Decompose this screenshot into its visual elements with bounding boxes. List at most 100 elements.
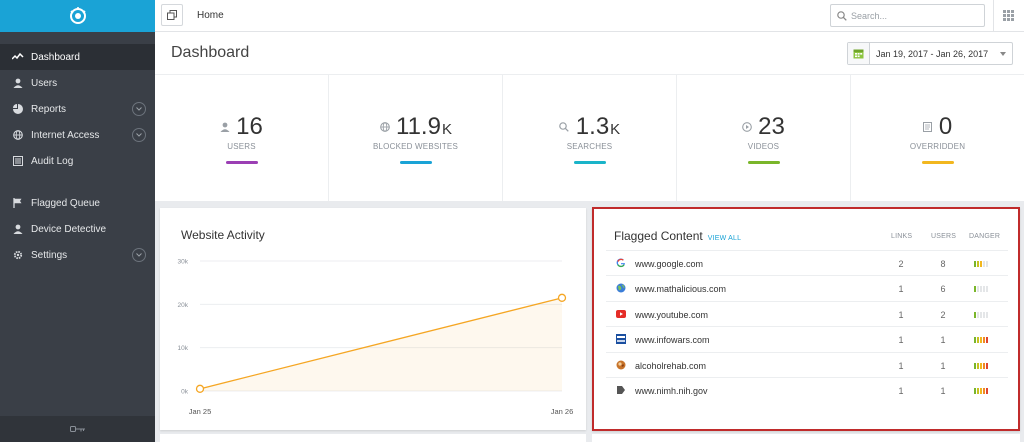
danger-meter [974,261,988,267]
stat-accent-bar [573,161,606,164]
flagged-content-header: Flagged Content VIEW ALL [614,229,741,243]
page-title: Dashboard [171,44,250,61]
topbar-divider [993,0,994,32]
sidebar-item-label: Users [31,77,58,89]
sidebar-item-settings[interactable]: Settings [0,242,155,268]
danger-meter [974,362,988,369]
flagged-content-list: www.google.com 2 8 www.mathalicious.com … [606,250,1008,402]
stat-value: 11.9 K [329,113,502,141]
site-name: www.nimh.nih.gov [635,385,708,396]
key-icon[interactable] [69,425,86,433]
sidebar-item-audit-log[interactable]: Audit Log [0,148,155,174]
view-all-link[interactable]: VIEW ALL [708,235,742,242]
col-header-users: USERS [931,233,957,240]
stat-blocked-websites[interactable]: 11.9 K BLOCKED WEBSITES [329,75,503,201]
youtube-icon [616,309,626,319]
stat-videos[interactable]: 23 VIDEOS [677,75,851,201]
table-row[interactable]: www.mathalicious.com 1 6 [606,275,1008,300]
x-tick-label: Jan 26 [551,407,574,416]
danger-meter [974,337,988,344]
list-icon [12,155,24,167]
sidebar-item-flagged-queue[interactable]: Flagged Queue [0,190,155,216]
data-point[interactable] [557,293,567,302]
stat-number: 1.3 [575,113,610,140]
y-tick-label: 20k [178,302,189,309]
sidebar-item-reports[interactable]: Reports [0,96,155,122]
links-count: 1 [898,309,904,320]
play-icon [741,122,752,133]
site-name: www.infowars.com [635,335,710,346]
stat-accent-bar [399,161,432,164]
chevron-down-icon[interactable] [132,102,146,116]
date-range-picker[interactable]: Jan 19, 2017 - Jan 26, 2017 [847,42,1013,65]
search-box[interactable] [830,4,985,27]
stat-value: 23 [677,113,850,141]
stat-label: OVERRIDDEN [909,142,966,151]
nav-divider [0,174,155,190]
calendar-icon [848,43,870,64]
activity-icon [12,51,24,63]
sidebar-item-dashboard[interactable]: Dashboard [0,44,155,70]
site-name: www.google.com [635,259,704,269]
breadcrumb[interactable]: Home [197,10,224,21]
chevron-down-icon[interactable] [132,248,146,262]
stat-users[interactable]: 16 USERS [155,75,329,201]
user-icon [12,77,24,89]
windows-icon [167,10,177,20]
chevron-down-icon[interactable] [132,128,146,142]
users-count: 8 [940,259,946,269]
table-row[interactable]: www.nimh.nih.gov 1 1 [606,376,1008,402]
users-count: 1 [940,360,946,371]
apps-grid-icon[interactable] [1003,10,1014,21]
stat-label: BLOCKED WEBSITES [373,142,458,151]
danger-meter [974,387,988,394]
table-row[interactable]: www.google.com 2 8 [606,250,1008,275]
logo-icon[interactable] [68,6,88,26]
site-name: www.youtube.com [635,309,709,320]
stat-label: VIDEOS [747,142,780,151]
stat-number: 16 [236,113,263,140]
sidebar-nav: Dashboard Users Reports Internet Access [0,32,155,268]
stat-searches[interactable]: 1.3 K SEARCHES [503,75,677,201]
sidebar-item-label: Device Detective [31,223,107,235]
brand-bar [0,0,155,32]
globe-icon [379,122,390,133]
search-input[interactable] [851,10,976,21]
stat-label: USERS [227,142,256,151]
sidebar-item-label: Flagged Queue [31,197,100,209]
col-header-links: LINKS [891,233,913,240]
google-icon [616,258,626,268]
user-icon [219,122,230,133]
pie-chart-icon [12,103,24,115]
card-title: Flagged Content [614,229,703,243]
stats-row: 16 USERS 11.9 K BLOCKED WEBSITES 1.3 K S… [155,74,1024,201]
data-point[interactable] [195,384,205,393]
stat-overridden[interactable]: 0 OVERRIDDEN [851,75,1024,201]
document-icon [922,122,933,133]
flag-icon [12,197,24,209]
sidebar-item-label: Internet Access [31,129,100,141]
website-activity-chart: 0k 10k 20k 30k Jan 25 Jan 26 [178,259,574,417]
user-icon [12,223,24,235]
site-name: www.mathalicious.com [635,284,727,295]
stat-accent-bar [921,161,954,164]
sidebar-item-label: Reports [31,103,67,115]
sidebar-footer[interactable] [0,416,155,442]
table-row[interactable]: www.infowars.com 1 1 [606,326,1008,351]
card-below-left [160,434,586,442]
search-icon [837,10,847,21]
users-count: 1 [940,335,946,346]
infowars-icon [616,334,626,345]
sidebar-item-internet-access[interactable]: Internet Access [0,122,155,148]
toggle-sidebar-button[interactable] [161,4,183,26]
y-tick-label: 30k [178,259,189,266]
page-header: Dashboard Jan 19, 2017 - Jan 26, 2017 [155,32,1024,74]
stat-value: 0 [851,113,1024,141]
table-row[interactable]: alcoholrehab.com 1 1 [606,351,1008,377]
table-row[interactable]: www.youtube.com 1 2 [606,300,1008,326]
stat-suffix: K [610,121,621,138]
stat-accent-bar [747,161,780,164]
sidebar-item-users[interactable]: Users [0,70,155,96]
sidebar-item-device-detective[interactable]: Device Detective [0,216,155,242]
links-count: 1 [898,385,904,396]
